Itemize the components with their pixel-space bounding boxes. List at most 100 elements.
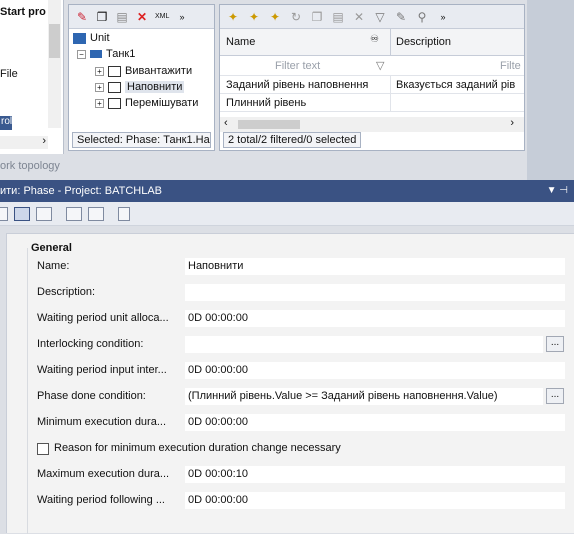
tree-unit[interactable]: − Танк1 (77, 48, 135, 60)
expand-icon[interactable]: + (95, 98, 104, 108)
waiting-input-interlock-input[interactable]: 0D 00:00:00 (185, 362, 565, 379)
phase-icon (108, 97, 121, 109)
field-waiting-following: Waiting period following ... 0D 00:00:00 (37, 492, 574, 510)
chevron-right-icon[interactable]: › (42, 135, 46, 147)
group-general-title: General (31, 242, 72, 254)
paste-icon[interactable]: ▤ (115, 10, 129, 24)
checkbox-label: Reason for minimum execution duration ch… (54, 442, 341, 454)
table-row[interactable]: Плинний рівень (220, 94, 524, 112)
field-label: Minimum execution dura... (37, 416, 166, 428)
group-line (27, 248, 28, 534)
properties-form: General Name: Наповнити Description: Wai… (6, 233, 574, 534)
insert-icon[interactable]: ✦ (268, 10, 282, 24)
tree-status: Selected: Phase: Танк1.Нап (72, 132, 211, 148)
collapse-view-icon[interactable] (36, 206, 52, 221)
view-icon[interactable] (0, 206, 8, 221)
field-label: Waiting period input inter... (37, 364, 167, 376)
filter-input-name[interactable]: Filter text (275, 60, 320, 72)
column-separator (390, 76, 391, 93)
left-vertical-scrollbar[interactable] (48, 0, 61, 128)
field-minimum-execution: Minimum execution dura... 0D 00:00:00 (37, 414, 574, 432)
name-input[interactable]: Наповнити (185, 258, 565, 275)
paste-icon[interactable]: ▤ (331, 10, 345, 24)
tree-phase-2[interactable]: + Перемішувати (95, 97, 198, 109)
field-phase-done: Phase done condition: (Плинний рівень.Va… (37, 388, 574, 406)
field-reason-checkbox: Reason for minimum execution duration ch… (37, 440, 574, 458)
right-strip (527, 0, 574, 180)
tree-toolbar: ✎ ❐ ▤ ✕ XML » (69, 5, 214, 29)
field-maximum-execution: Maximum execution dura... 0D 00:00:10 (37, 466, 574, 484)
properties-toolbar (0, 202, 574, 226)
collapse-icon[interactable]: − (77, 49, 86, 59)
unit-tree-panel: ✎ ❐ ▤ ✕ XML » Unit − Танк1 + Вивантажити +… (68, 4, 215, 151)
field-waiting-input-interlock: Waiting period input inter... 0D 00:00:0… (37, 362, 574, 380)
scroll-thumb[interactable] (238, 120, 300, 129)
reason-checkbox[interactable] (37, 443, 49, 455)
field-description: Description: (37, 284, 574, 302)
more-icon[interactable]: » (175, 10, 189, 24)
window-title: ити: Phase - Project: BATCHLAB (0, 185, 163, 197)
description-input[interactable] (185, 284, 565, 301)
xml-icon[interactable]: XML (155, 10, 169, 24)
refresh-icon[interactable]: ↻ (289, 10, 303, 24)
window-menu-icon[interactable]: ▼ ⊣ (547, 180, 568, 202)
filter-icon[interactable]: ▽ (376, 59, 384, 72)
edit-icon[interactable]: ✎ (394, 10, 408, 24)
delete-icon[interactable]: ✕ (352, 10, 366, 24)
chevron-left-icon[interactable]: ‹ (224, 117, 228, 129)
add-child-icon[interactable]: ✦ (247, 10, 261, 24)
cell-name: Заданий рівень наповнення (226, 79, 369, 91)
left-item-file[interactable]: File (0, 68, 18, 80)
tree-phase-1[interactable]: + Наповнити (95, 81, 185, 93)
grid-horizontal-scrollbar[interactable]: ‹ › (220, 117, 524, 132)
more-icon[interactable]: » (436, 10, 450, 24)
edit-icon[interactable]: ✎ (75, 10, 89, 24)
left-selected-item[interactable]: rol (0, 116, 12, 130)
filter-row[interactable]: Filter text ▽ Filte (220, 56, 524, 76)
field-label: Waiting period unit alloca... (37, 312, 169, 324)
expand-icon[interactable]: + (95, 66, 104, 76)
phase-done-browse-button[interactable]: ... (546, 388, 564, 404)
column-description-header[interactable]: Description (396, 36, 451, 48)
delete-icon[interactable]: ✕ (135, 10, 149, 24)
column-name-header[interactable]: Name (226, 36, 255, 48)
chevron-right-icon[interactable]: › (510, 117, 514, 129)
field-label: Maximum execution dura... (37, 468, 170, 480)
network-topology-tab[interactable]: ork topology (0, 156, 526, 178)
tree-root[interactable]: Unit (73, 32, 110, 44)
field-label: Description: (37, 286, 96, 298)
left-panel: Start pro File rol › (0, 0, 64, 154)
scroll-thumb[interactable] (49, 24, 60, 58)
expand-icon[interactable]: + (95, 82, 104, 92)
field-label: Name: (37, 260, 70, 272)
cell-name: Плинний рівень (226, 97, 307, 109)
left-title: Start pro (0, 6, 46, 18)
waiting-unit-allocation-input[interactable]: 0D 00:00:00 (185, 310, 565, 327)
table-row[interactable]: Заданий рівень наповнення Вказується зад… (220, 76, 524, 94)
phase-done-input[interactable]: (Плинний рівень.Value >= Заданий рівень … (185, 388, 543, 405)
sort-icon[interactable] (66, 206, 82, 221)
minimum-execution-input[interactable]: 0D 00:00:00 (185, 414, 565, 431)
interlocking-browse-button[interactable]: ... (546, 336, 564, 352)
interlocking-input[interactable] (185, 336, 543, 353)
categorize-icon[interactable] (88, 206, 104, 221)
search-icon[interactable]: ⚲ (415, 10, 429, 24)
left-horizontal-scrollbar[interactable]: › (0, 135, 48, 149)
dropdown-view-icon[interactable] (14, 206, 30, 221)
maximum-execution-input[interactable]: 0D 00:00:10 (185, 466, 565, 483)
field-name: Name: Наповнити (37, 258, 574, 276)
waiting-following-input[interactable]: 0D 00:00:00 (185, 492, 565, 509)
field-label: Interlocking condition: (37, 338, 144, 350)
binoculars-icon[interactable]: ♾ (370, 34, 379, 45)
help-icon[interactable] (118, 206, 130, 221)
field-interlocking: Interlocking condition: ... (37, 336, 574, 354)
filter-icon[interactable]: ▽ (373, 10, 387, 24)
copy-icon[interactable]: ❐ (310, 10, 324, 24)
grid-toolbar: ✦ ✦ ✦ ↻ ❐ ▤ ✕ ▽ ✎ ⚲ » (220, 5, 524, 29)
tree-phase-0[interactable]: + Вивантажити (95, 65, 192, 77)
filter-input-description[interactable]: Filte (500, 60, 521, 72)
phase-icon (108, 65, 121, 77)
unit-icon (73, 32, 86, 44)
add-icon[interactable]: ✦ (226, 10, 240, 24)
copy-icon[interactable]: ❐ (95, 10, 109, 24)
